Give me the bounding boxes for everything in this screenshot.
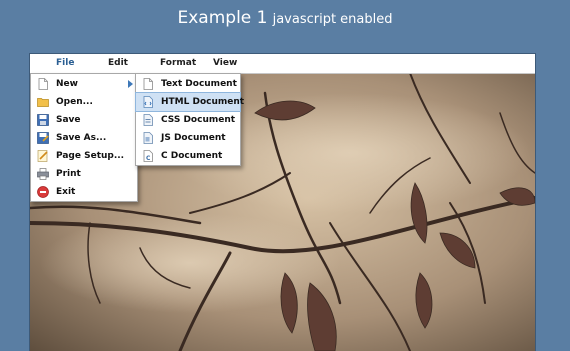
svg-text:C: C — [146, 155, 151, 162]
save-as-icon — [37, 132, 49, 144]
exit-icon — [37, 186, 49, 198]
menu-item-label: Text Document — [161, 79, 237, 89]
menu-item-label: Print — [56, 169, 81, 179]
css-document-icon — [143, 114, 153, 126]
menu-item-new[interactable]: New — [31, 75, 137, 93]
submenu-item-text-document[interactable]: Text Document — [136, 75, 240, 93]
menu-item-save[interactable]: Save — [31, 111, 137, 129]
submenu-item-html-document[interactable]: HTML Document — [135, 92, 244, 112]
submenu-item-js-document[interactable]: JS Document — [136, 129, 240, 147]
submenu-arrow-icon — [128, 80, 133, 88]
folder-icon — [37, 98, 49, 107]
menu-file[interactable]: File — [56, 58, 74, 68]
menu-item-label: Open... — [56, 97, 93, 107]
save-icon — [37, 114, 49, 126]
demo-window: File Edit Format View New Open... Save S… — [29, 53, 536, 351]
submenu-item-css-document[interactable]: CSS Document — [136, 111, 240, 129]
page-title-sub: javascript enabled — [272, 12, 393, 27]
page-setup-icon — [37, 150, 48, 162]
menu-edit[interactable]: Edit — [108, 58, 128, 68]
text-document-icon — [143, 78, 153, 90]
menu-item-label: Page Setup... — [56, 151, 125, 161]
menu-item-label: Save — [56, 115, 81, 125]
menu-item-label: C Document — [161, 151, 223, 161]
menu-item-label: CSS Document — [161, 115, 236, 125]
menu-item-save-as[interactable]: Save As... — [31, 129, 137, 147]
c-document-icon: C — [143, 150, 153, 162]
menu-item-label: JS Document — [161, 133, 226, 143]
menu-item-open[interactable]: Open... — [31, 93, 137, 111]
menu-format[interactable]: Format — [160, 58, 196, 68]
menu-item-print[interactable]: Print — [31, 165, 137, 183]
menu-item-page-setup[interactable]: Page Setup... — [31, 147, 137, 165]
file-menu-dropdown: New Open... Save Save As... Page Setup..… — [30, 73, 138, 202]
menu-item-label: Save As... — [56, 133, 107, 143]
menu-item-label: Exit — [56, 187, 76, 197]
submenu-item-c-document[interactable]: C C Document — [136, 147, 240, 165]
menu-item-label: HTML Document — [161, 97, 245, 107]
menu-item-label: New — [56, 79, 78, 89]
menu-bar: File Edit Format View — [30, 54, 535, 74]
html-document-icon — [143, 96, 153, 108]
js-document-icon — [143, 132, 153, 144]
new-file-icon — [38, 78, 48, 90]
menu-item-exit[interactable]: Exit — [31, 183, 137, 201]
printer-icon — [37, 168, 49, 180]
menu-view[interactable]: View — [213, 58, 237, 68]
page-title: Example 1 javascript enabled — [0, 8, 570, 28]
page-title-main: Example 1 — [177, 8, 268, 28]
new-submenu-dropdown: Text Document HTML Document CSS Document… — [135, 73, 244, 166]
